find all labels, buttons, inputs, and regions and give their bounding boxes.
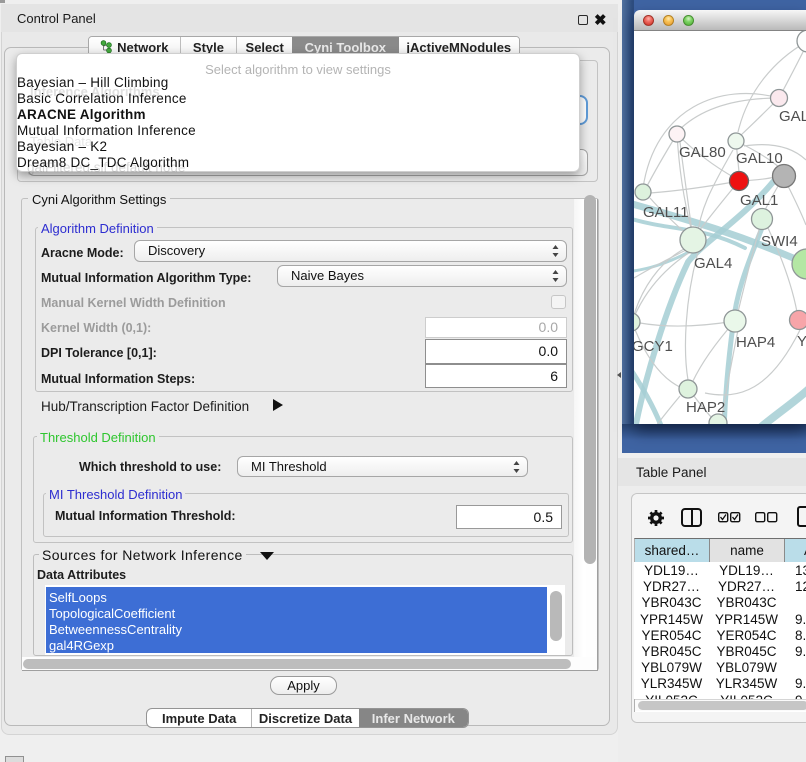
svg-text:HAP4: HAP4 bbox=[736, 334, 775, 351]
svg-text:GCY1: GCY1 bbox=[634, 338, 673, 355]
svg-text:GAL80: GAL80 bbox=[679, 144, 726, 161]
svg-text:GAL1: GAL1 bbox=[740, 192, 778, 209]
svg-text:SWI4: SWI4 bbox=[761, 233, 798, 250]
svg-text:Y: Y bbox=[797, 333, 806, 350]
svg-text:GAL10: GAL10 bbox=[736, 150, 783, 167]
svg-text:HAP2: HAP2 bbox=[686, 399, 725, 416]
svg-text:GAL7: GAL7 bbox=[779, 108, 806, 125]
svg-text:GAL11: GAL11 bbox=[643, 204, 689, 221]
svg-text:GAL4: GAL4 bbox=[694, 255, 732, 272]
